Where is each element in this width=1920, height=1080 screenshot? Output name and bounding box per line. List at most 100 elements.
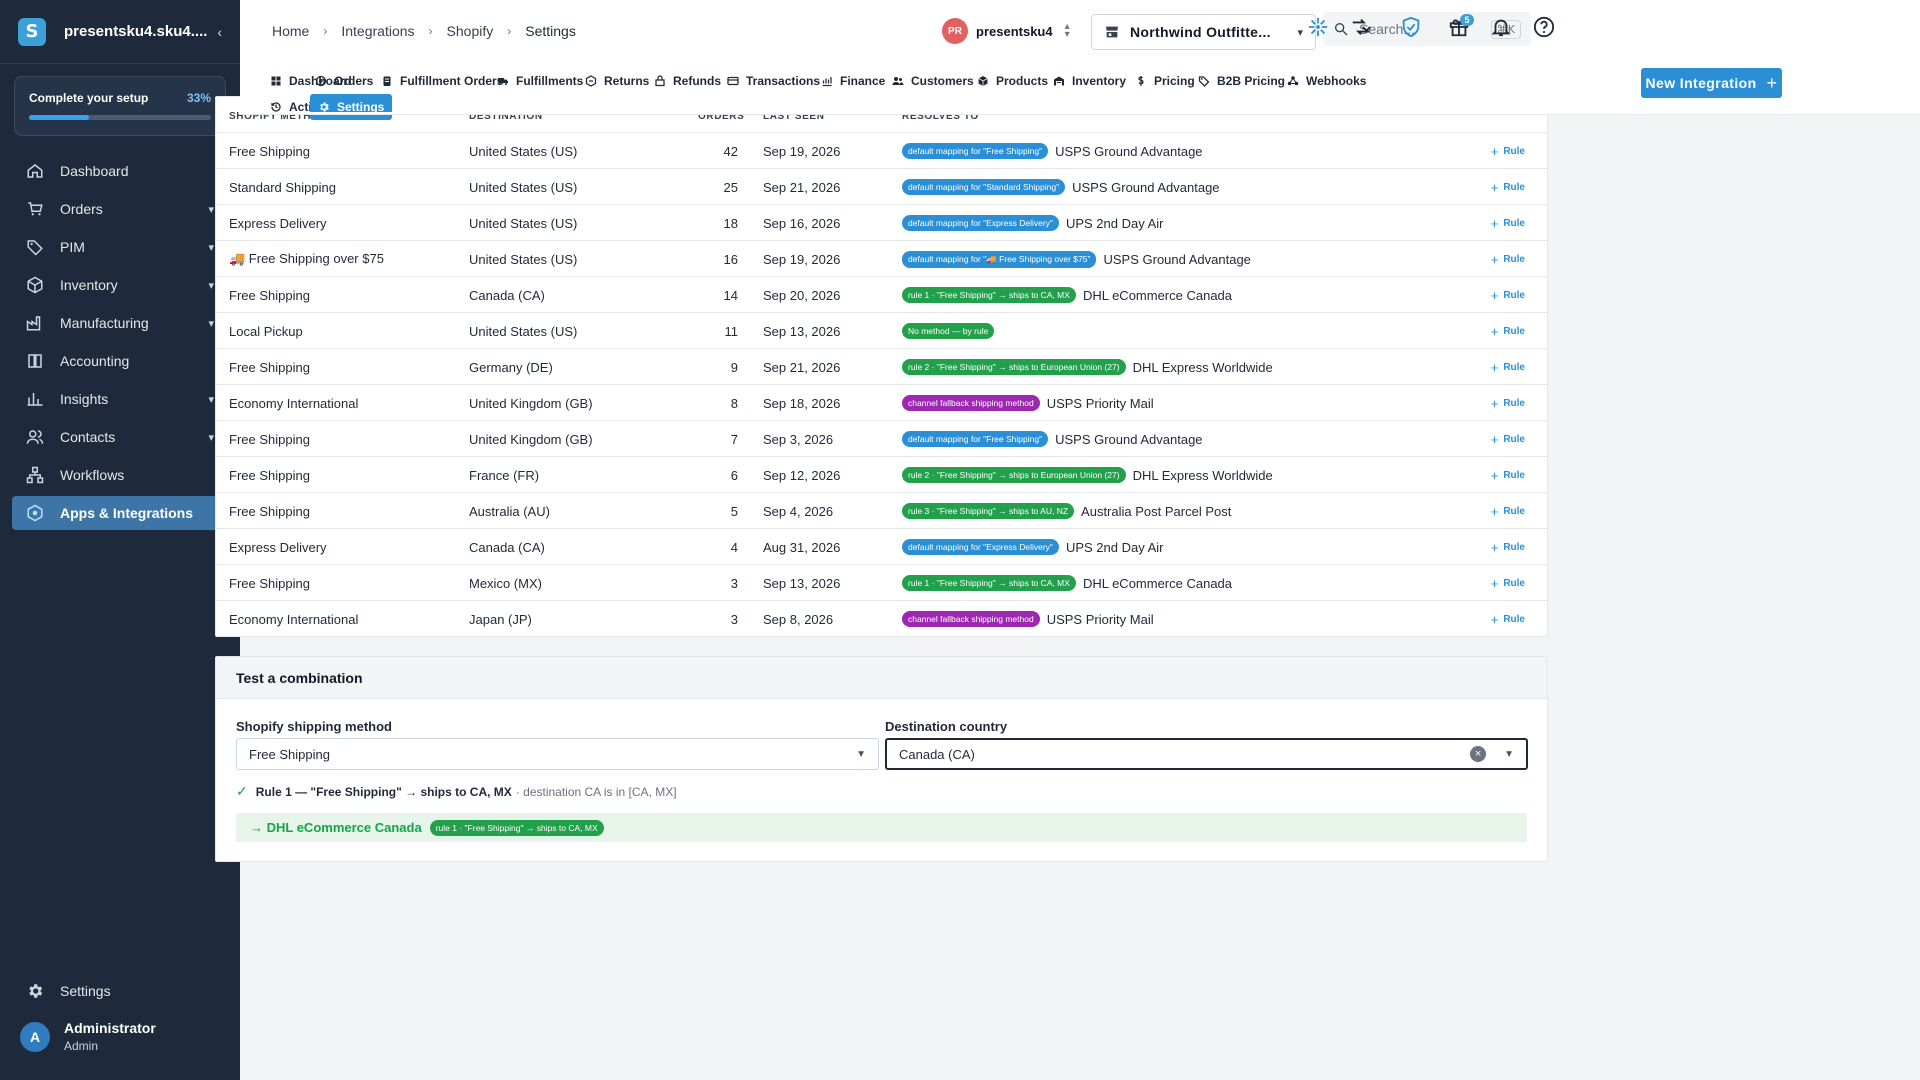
tab-label: Orders xyxy=(334,74,374,88)
shipping-method-select[interactable]: Free Shipping ▼ xyxy=(236,738,879,770)
sidebar-item-accounting[interactable]: Accounting xyxy=(12,344,228,378)
tab-label: Customers xyxy=(911,74,974,88)
account-switcher[interactable]: PR presentsku4 ▴ ▾ xyxy=(942,18,1070,44)
shopify-method: 🚚 Free Shipping over $75 xyxy=(229,251,384,266)
match-explanation: ✓ Rule 1 — "Free Shipping" → ships to CA… xyxy=(236,783,677,800)
plus-icon: + xyxy=(1490,539,1499,555)
add-rule-button[interactable]: + Rule xyxy=(1491,529,1525,565)
tab-customers[interactable]: Customers xyxy=(884,68,982,94)
add-rule-button[interactable]: + Rule xyxy=(1491,565,1525,601)
caret-down-icon[interactable]: ▼ xyxy=(1504,749,1514,760)
breadcrumb-item[interactable]: Shopify xyxy=(447,23,494,39)
bell-icon[interactable] xyxy=(1490,16,1512,38)
order-count: 11 xyxy=(724,323,739,339)
add-rule-label: Rule xyxy=(1503,325,1525,337)
chevron-right-icon: › xyxy=(507,24,512,38)
plus-icon: + xyxy=(1490,251,1499,267)
resolves-to: rule 2 · "Free Shipping" → ships to Euro… xyxy=(902,349,1273,385)
sidebar-item-dashboard[interactable]: Dashboard xyxy=(12,154,228,188)
resolved-service: UPS 2nd Day Air xyxy=(1065,539,1164,555)
destination-country-select[interactable]: Canada (CA) × ▼ xyxy=(885,738,1528,770)
sidebar-item-manufacturing[interactable]: Manufacturing ▾ xyxy=(12,306,228,340)
add-rule-button[interactable]: + Rule xyxy=(1491,169,1525,205)
tab-orders[interactable]: Orders xyxy=(307,68,381,94)
tab-fulfillments[interactable]: Fulfillments xyxy=(489,68,591,94)
destination: Germany (DE) xyxy=(469,359,553,375)
add-rule-button[interactable]: + Rule xyxy=(1491,421,1525,457)
tab-inventory[interactable]: Inventory xyxy=(1045,68,1134,94)
truck-icon xyxy=(497,75,509,87)
add-rule-button[interactable]: + Rule xyxy=(1491,349,1525,385)
app-logo[interactable]: S xyxy=(18,17,46,46)
table-row: Free Shipping Canada (CA) 14 Sep 20, 2026 ru… xyxy=(216,277,1547,313)
store-selector[interactable]: Northwind Outfitte... ▾ xyxy=(1091,14,1316,50)
card-icon xyxy=(727,75,739,87)
tab-settings[interactable]: Settings xyxy=(310,94,393,120)
resolves-to: rule 1 · "Free Shipping" → ships to CA, … xyxy=(902,277,1232,313)
shopify-method: Economy International xyxy=(229,395,359,411)
resolved-service: USPS Priority Mail xyxy=(1046,611,1154,627)
help-icon[interactable] xyxy=(1533,16,1555,38)
setup-progress-card[interactable]: Complete your setup 33% xyxy=(14,76,226,136)
order-count: 42 xyxy=(723,143,738,159)
tab-products[interactable]: Products xyxy=(969,68,1056,94)
new-integration-button[interactable]: New Integration + xyxy=(1641,68,1782,98)
resolution-badge: default mapping for "Standard Shipping" xyxy=(902,179,1066,195)
breadcrumb-item: Settings xyxy=(525,23,576,39)
tab-label: Pricing xyxy=(1154,74,1195,88)
top-bar: Home › Integrations › Shopify › Settings PR pr… xyxy=(240,0,1920,62)
add-rule-label: Rule xyxy=(1503,253,1525,265)
add-rule-label: Rule xyxy=(1503,289,1525,301)
clear-icon[interactable]: × xyxy=(1470,746,1487,762)
order-count: 7 xyxy=(730,431,738,447)
org-name[interactable]: presentsku4.sku4.... xyxy=(64,23,217,40)
user-profile[interactable]: A Administrator Admin xyxy=(20,1020,228,1053)
sidebar-settings[interactable]: Settings xyxy=(12,974,228,1008)
sidebar-item-workflows[interactable]: Workflows xyxy=(12,458,228,492)
sidebar-item-orders[interactable]: Orders ▾ xyxy=(12,192,228,226)
add-rule-button[interactable]: + Rule xyxy=(1491,205,1525,241)
resolution-badge: channel fallback shipping method xyxy=(902,395,1040,411)
resolves-to: default mapping for "Free Shipping" USPS … xyxy=(902,133,1203,169)
tab-label: Returns xyxy=(604,74,650,88)
add-rule-button[interactable]: + Rule xyxy=(1491,277,1525,313)
tab-webhooks[interactable]: Webhooks xyxy=(1279,68,1374,94)
ai-sparkle-icon[interactable] xyxy=(1307,16,1329,38)
resolved-service: USPS Ground Advantage xyxy=(1055,431,1203,447)
tab-finance[interactable]: Finance xyxy=(813,68,893,94)
plus-icon: + xyxy=(1490,467,1499,483)
destination: United States (US) xyxy=(469,251,578,267)
shipping-method-value: Free Shipping xyxy=(249,746,330,762)
breadcrumb-item[interactable]: Integrations xyxy=(341,23,414,39)
sidebar-item-insights[interactable]: Insights ▾ xyxy=(12,382,228,416)
tab-transactions[interactable]: Transactions xyxy=(719,68,828,94)
add-rule-button[interactable]: + Rule xyxy=(1491,313,1525,349)
add-rule-button[interactable]: + Rule xyxy=(1491,601,1525,636)
add-rule-button[interactable]: + Rule xyxy=(1491,241,1525,277)
sidebar-item-contacts[interactable]: Contacts ▾ xyxy=(12,420,228,454)
destination: United States (US) xyxy=(469,215,578,231)
sidebar-settings-label: Settings xyxy=(60,983,111,999)
orders-icon xyxy=(315,75,327,87)
shuffle-icon[interactable] xyxy=(1350,16,1372,38)
add-rule-button[interactable]: + Rule xyxy=(1491,385,1525,421)
sidebar-item-inventory[interactable]: Inventory ▾ xyxy=(12,268,228,302)
shield-icon[interactable] xyxy=(1400,16,1422,38)
sidebar-item-label: Inventory xyxy=(60,277,118,293)
method-field-label: Shopify shipping method xyxy=(236,719,392,734)
sidebar-item-apps-integrations[interactable]: Apps & Integrations xyxy=(12,496,228,530)
contacts-icon xyxy=(26,428,44,446)
tab-b2b-pricing[interactable]: B2B Pricing xyxy=(1190,68,1293,94)
breadcrumb-item[interactable]: Home xyxy=(272,23,309,39)
last-seen: Sep 12, 2026 xyxy=(763,467,841,483)
shopify-method: Express Delivery xyxy=(229,215,327,231)
add-rule-button[interactable]: + Rule xyxy=(1491,493,1525,529)
add-rule-button[interactable]: + Rule xyxy=(1491,133,1525,169)
last-seen: Sep 8, 2026 xyxy=(763,611,834,627)
collapse-sidebar-icon[interactable]: ‹ xyxy=(217,24,222,40)
add-rule-button[interactable]: + Rule xyxy=(1491,457,1525,493)
tab-refunds[interactable]: Refunds xyxy=(646,68,729,94)
sidebar-item-pim[interactable]: PIM ▾ xyxy=(12,230,228,264)
last-seen: Sep 16, 2026 xyxy=(763,215,841,231)
resolved-rule-badge: rule 1 · "Free Shipping" → ships to CA, … xyxy=(429,819,604,836)
